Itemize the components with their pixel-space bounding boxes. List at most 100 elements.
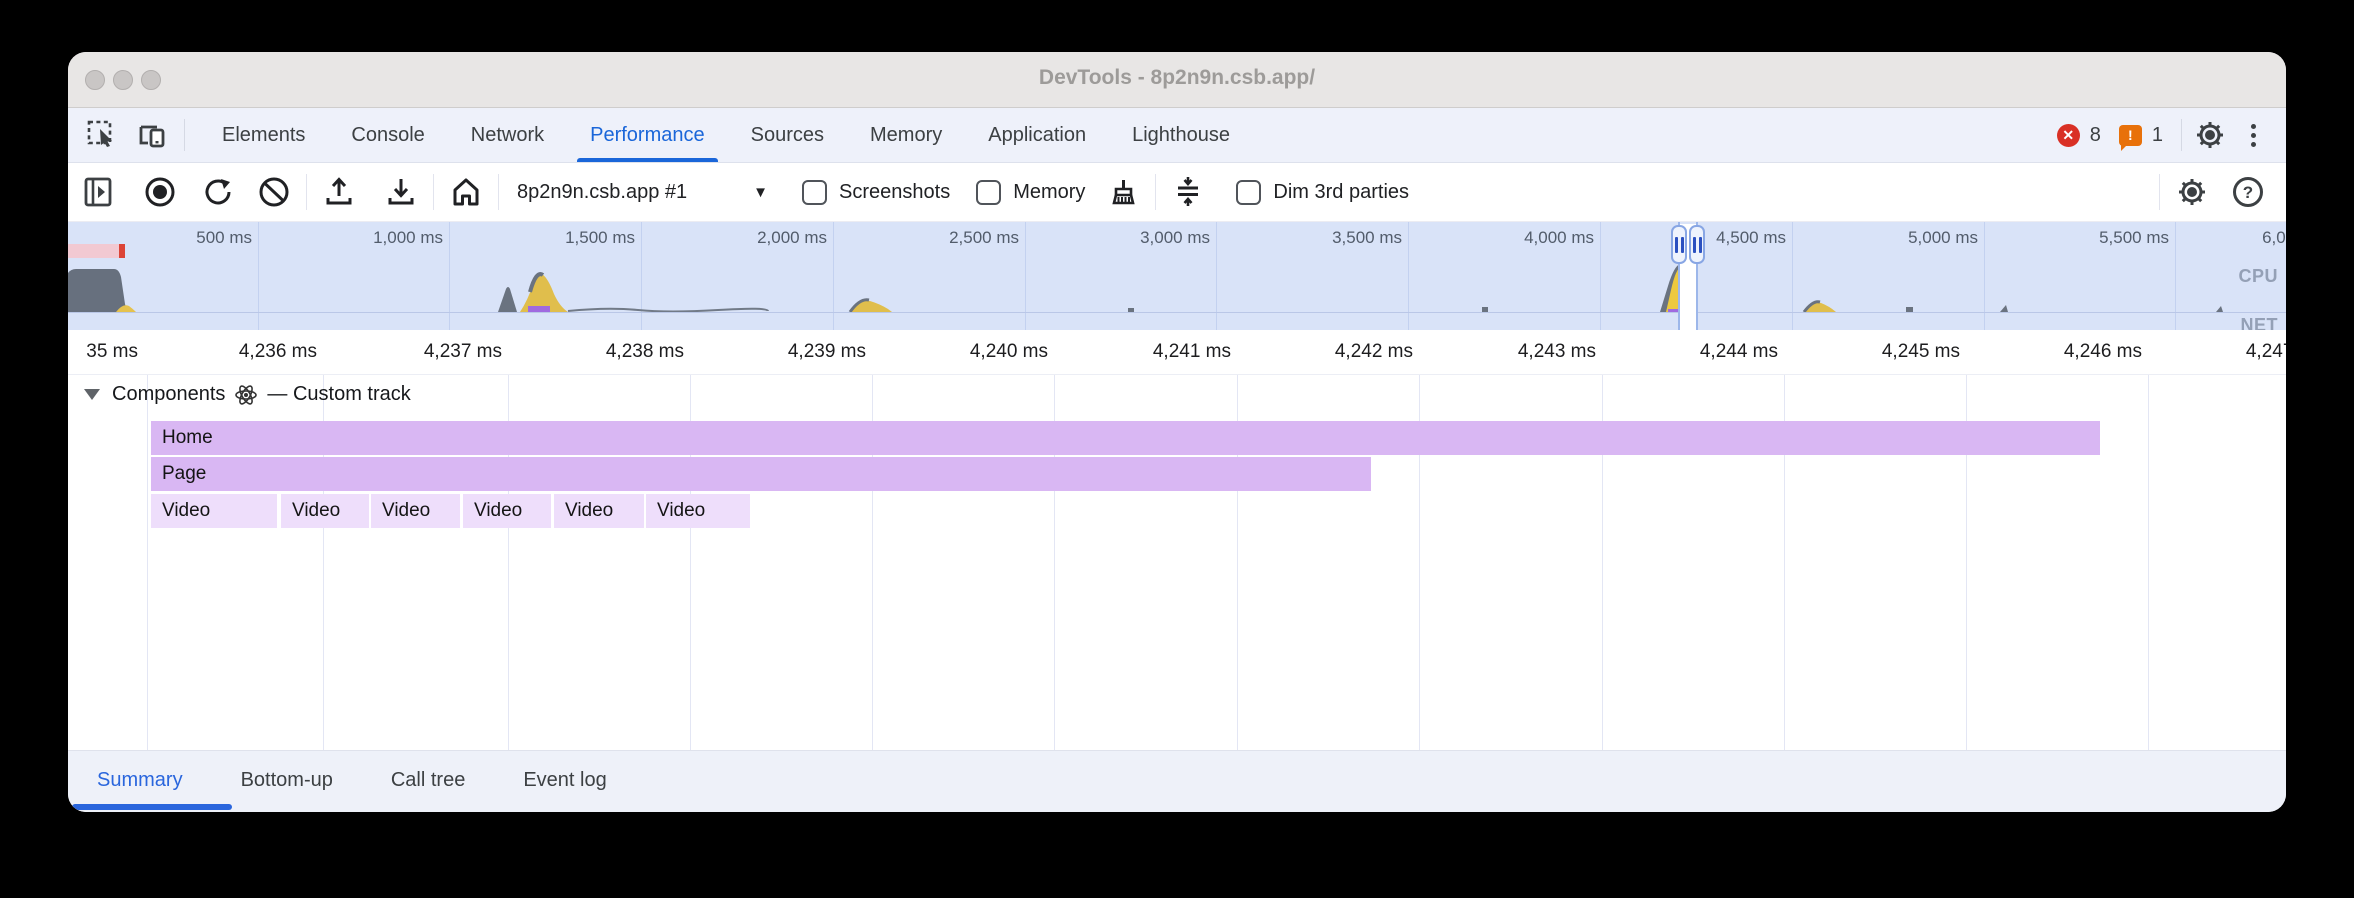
tab-application[interactable]: Application [965,108,1109,162]
overview-time-label: 2,000 ms [757,228,827,248]
devtools-window: DevTools - 8p2n9n.csb.app/ ElementsConso… [68,52,2286,812]
dim-3rd-parties-checkbox-group[interactable]: Dim 3rd parties [1236,180,1409,205]
bottom-tab-summary[interactable]: Summary [68,751,212,812]
track-bar-video[interactable]: Video [646,494,750,528]
selection-left-handle[interactable] [1671,225,1687,264]
device-toolbar-icon[interactable] [134,117,170,153]
screenshots-checkbox-group[interactable]: Screenshots [802,180,950,205]
help-icon[interactable]: ? [2226,170,2270,214]
window-title: DevTools - 8p2n9n.csb.app/ [68,66,2286,90]
dim-3rd-parties-checkbox[interactable] [1236,180,1261,205]
overview-time-label: 1,000 ms [373,228,443,248]
tab-network[interactable]: Network [448,108,567,162]
overview-time-label: 5,500 ms [2099,228,2169,248]
overview-time-label: 3,000 ms [1140,228,1210,248]
screenshots-label: Screenshots [839,181,950,204]
tab-memory[interactable]: Memory [847,108,965,162]
overview-time-label: 1,500 ms [565,228,635,248]
main-gridline [2148,375,2149,750]
overview-time-label: 500 ms [196,228,252,248]
track-header-suffix: — Custom track [267,383,410,406]
ruler-time-label: 4,241 ms [1153,341,1231,363]
selection-right-handle[interactable] [1689,225,1705,264]
overview-time-label: 6,000 ms [2262,228,2286,248]
ruler-time-label: 4,238 ms [606,341,684,363]
bottom-tab-bottom-up[interactable]: Bottom-up [212,751,362,812]
devtools-tab-bar: ElementsConsoleNetworkPerformanceSources… [68,108,2286,163]
record-icon[interactable] [138,170,182,214]
memory-label: Memory [1013,181,1085,204]
ruler-time-label: 4,236 ms [239,341,317,363]
inspect-icon[interactable] [84,117,120,153]
track-bar-video[interactable]: Video [371,494,460,528]
dim-3rd-parties-label: Dim 3rd parties [1273,181,1409,204]
bottom-tab-event-log[interactable]: Event log [494,751,635,812]
divider [2181,119,2182,151]
clear-icon[interactable] [252,170,296,214]
screenshots-checkbox[interactable] [802,180,827,205]
track-bar-video[interactable]: Video [463,494,551,528]
ruler-time-label: 4,239 ms [788,341,866,363]
net-divider [68,312,2286,313]
gear-icon[interactable] [2170,170,2214,214]
timeline-overview[interactable]: 500 ms1,000 ms1,500 ms2,000 ms2,500 ms3,… [68,222,2286,330]
download-icon[interactable] [379,170,423,214]
memory-checkbox[interactable] [976,180,1001,205]
track-bar-video[interactable]: Video [151,494,277,528]
reload-record-icon[interactable] [196,170,240,214]
track-bar-page[interactable]: Page [151,457,1371,491]
ruler-time-label: 4,243 ms [1518,341,1596,363]
tab-performance[interactable]: Performance [567,108,728,162]
timeline-ruler[interactable]: 35 ms 4,236 ms 4,237 ms 4,238 ms 4,239 ms 4,2… [68,330,2286,375]
net-track-label: NET [2241,315,2279,330]
flamechart-main[interactable]: Components — Custom track HomePageVideoV… [68,375,2286,750]
bottom-tab-bar: SummaryBottom-upCall treeEvent log [68,750,2286,812]
overview-time-label: 3,500 ms [1332,228,1402,248]
gc-brush-icon[interactable] [1101,170,1145,214]
ruler-time-label: 4,237 ms [424,341,502,363]
overview-time-label: 4,500 ms [1716,228,1786,248]
custom-track-header[interactable]: Components — Custom track [84,383,411,406]
track-bar-video[interactable]: Video [554,494,644,528]
track-header-name: Components [112,383,225,406]
ruler-time-label: 4,247 ms [2246,341,2286,363]
main-gridline [147,375,148,750]
issue-count[interactable]: 1 [2152,124,2163,147]
dropdown-caret-icon: ▼ [753,184,768,201]
kebab-menu-icon[interactable] [2238,117,2268,153]
target-label: 8p2n9n.csb.app #1 [517,181,687,204]
selected-tab-underline [72,804,232,810]
tab-lighthouse[interactable]: Lighthouse [1109,108,1253,162]
tab-elements[interactable]: Elements [199,108,328,162]
tab-sources[interactable]: Sources [728,108,847,162]
ruler-time-label: 35 ms [86,341,138,363]
tab-console[interactable]: Console [328,108,447,162]
collapse-icon[interactable] [1166,170,1210,214]
titlebar: DevTools - 8p2n9n.csb.app/ [68,52,2286,108]
overview-time-label: 4,000 ms [1524,228,1594,248]
ruler-time-label: 4,242 ms [1335,341,1413,363]
error-count[interactable]: 8 [2090,124,2101,147]
divider [184,119,185,151]
ruler-time-label: 4,240 ms [970,341,1048,363]
cpu-track-label: CPU [2238,266,2278,287]
react-atom-icon [235,384,257,406]
svg-text:?: ? [2243,183,2253,202]
bottom-tab-call-tree[interactable]: Call tree [362,751,494,812]
upload-icon[interactable] [317,170,361,214]
memory-checkbox-group[interactable]: Memory [976,180,1085,205]
overview-time-label: 5,000 ms [1908,228,1978,248]
disclosure-triangle-icon[interactable] [84,389,100,400]
track-bar-home[interactable]: Home [151,421,2100,455]
ruler-time-label: 4,245 ms [1882,341,1960,363]
ruler-time-label: 4,246 ms [2064,341,2142,363]
home-icon[interactable] [444,170,488,214]
issues-icon[interactable]: ! [2119,125,2142,146]
show-sidebar-icon[interactable] [76,170,120,214]
target-selector[interactable]: 8p2n9n.csb.app #1 ▼ [509,181,776,204]
gear-icon[interactable] [2192,117,2228,153]
track-bar-video[interactable]: Video [281,494,369,528]
performance-toolbar: 8p2n9n.csb.app #1 ▼ Screenshots Memory [68,163,2286,222]
error-icon[interactable]: ✕ [2057,124,2080,147]
ruler-time-label: 4,244 ms [1700,341,1778,363]
